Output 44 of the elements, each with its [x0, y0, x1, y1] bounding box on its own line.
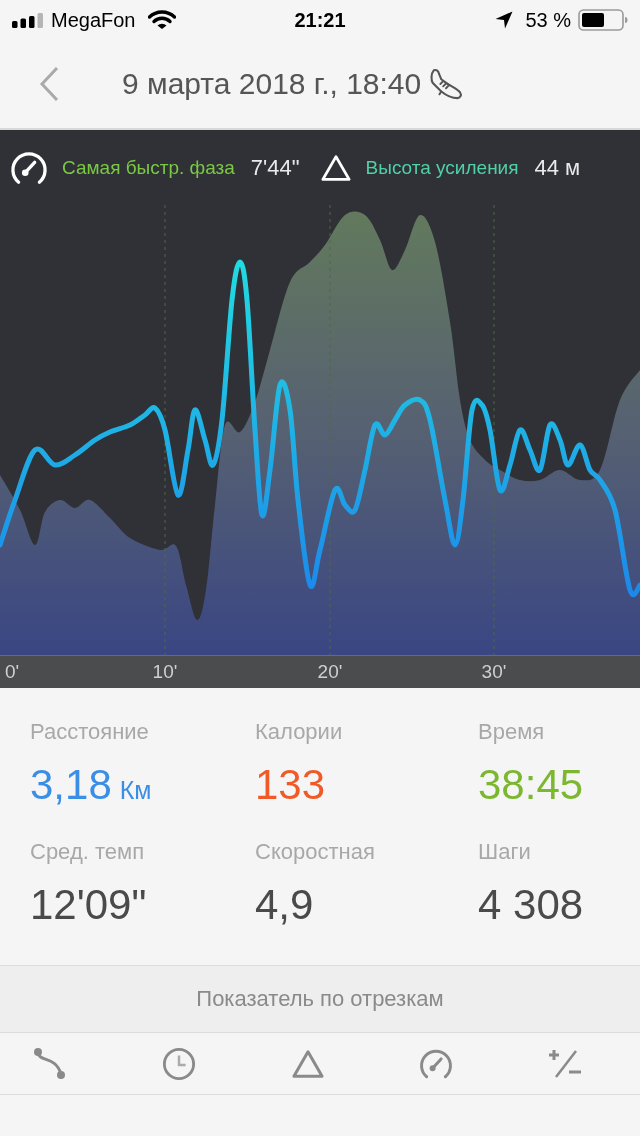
segment-tab[interactable] [33, 1046, 67, 1081]
shoe-icon [429, 68, 464, 100]
segment-tab[interactable] [161, 1046, 196, 1081]
axis-label: 20' [317, 660, 343, 682]
battery-percent: 53 % [525, 8, 571, 32]
plus-minus-icon [548, 1048, 582, 1079]
chevron-left-icon [39, 66, 59, 102]
stat-value: 3,18 [30, 761, 112, 809]
axis-label: 0' [5, 660, 20, 682]
stat-value: 4,9 [255, 881, 314, 929]
triangle-icon [319, 153, 352, 182]
segments-title: Показатель по отрезкам [196, 986, 444, 1012]
stat-label: Скоростная [255, 839, 376, 865]
wifi-icon [147, 10, 176, 30]
carrier-name: MegaFon [51, 8, 136, 32]
stat-label: Калории [255, 719, 344, 745]
location-arrow-icon [495, 11, 514, 29]
highlight-label: Самая быстр. фаза [62, 155, 235, 180]
highlight-label: Высота усиления [365, 155, 519, 180]
highlight-value: 44 м [534, 154, 581, 181]
gauge-icon [419, 1047, 454, 1080]
stat-label: Время [478, 719, 546, 745]
triangle-icon [290, 1048, 325, 1079]
route-icon [33, 1046, 67, 1081]
axis-label: 10' [152, 660, 178, 682]
stat-value: 38:45 [478, 761, 584, 809]
highlight-value: 7'44" [250, 154, 300, 181]
segment-tab[interactable] [290, 1048, 325, 1079]
clock-time: 21:21 [294, 8, 346, 32]
stat-label: Шаги [478, 839, 532, 865]
gauge-icon [10, 150, 48, 185]
segment-tab[interactable] [419, 1047, 454, 1080]
battery-icon [578, 9, 628, 31]
axis-label: 30' [481, 660, 507, 682]
stat-unit: Км [119, 775, 152, 805]
stat-label: Сред. темп [30, 839, 146, 865]
stat-value: 133 [255, 761, 326, 809]
workout-title: 9 марта 2018 г., 18:40 [122, 66, 422, 102]
clock-icon [161, 1046, 196, 1081]
stat-value: 4 308 [478, 881, 584, 929]
signal-bars-icon [12, 12, 44, 28]
segment-tab[interactable] [548, 1048, 582, 1079]
stat-label: Расстояние [30, 719, 150, 745]
stat-value: 12'09" [30, 881, 147, 929]
